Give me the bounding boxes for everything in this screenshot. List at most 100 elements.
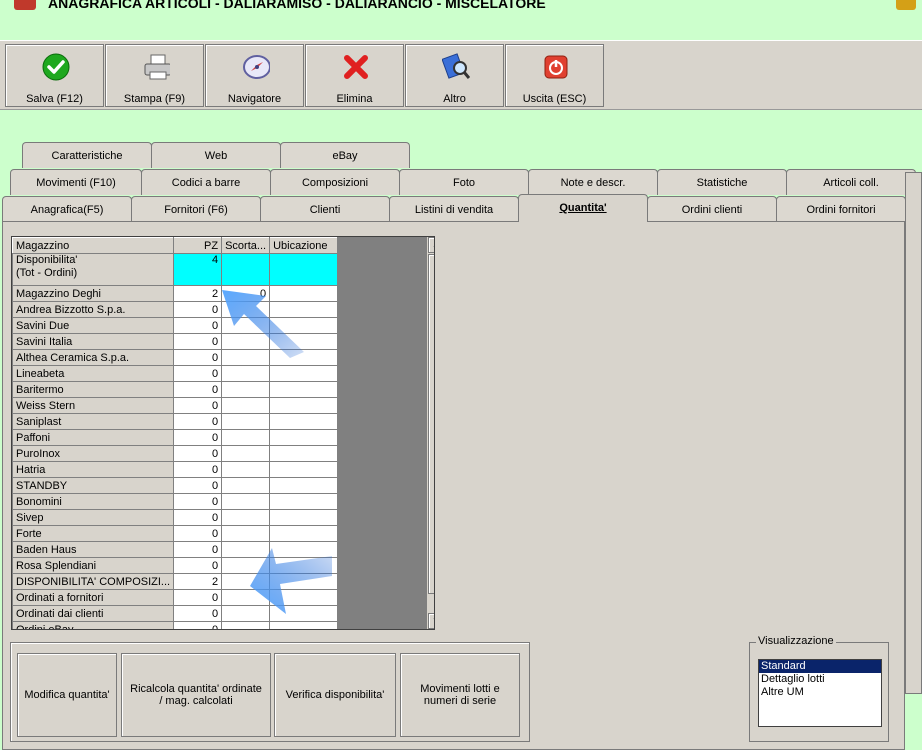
lot-movements-button[interactable]: Movimenti lotti e numeri di serie bbox=[400, 653, 520, 737]
cell-pz[interactable]: 0 bbox=[173, 333, 223, 350]
tab-foto[interactable]: Foto bbox=[399, 169, 529, 195]
cell-scorta[interactable] bbox=[221, 365, 271, 382]
cell-ubicazione[interactable] bbox=[269, 381, 339, 398]
tab-codici-a-barre[interactable]: Codici a barre bbox=[141, 169, 271, 195]
recalculate-button[interactable]: Ricalcola quantita' ordinate / mag. calc… bbox=[121, 653, 271, 737]
modify-quantity-button[interactable]: Modifica quantita' bbox=[17, 653, 117, 737]
table-row[interactable]: Disponibilita' (Tot - Ordini) 4 bbox=[12, 253, 339, 286]
cell-pz[interactable]: 0 bbox=[173, 461, 223, 478]
print-button[interactable]: Stampa (F9) bbox=[105, 44, 204, 107]
option-altre-um[interactable]: Altre UM bbox=[759, 686, 881, 699]
cell-pz[interactable]: 0 bbox=[173, 429, 223, 446]
table-row[interactable]: Bonomini 0 bbox=[12, 493, 339, 510]
col-header-ubicazione[interactable]: Ubicazione bbox=[269, 237, 339, 254]
cell-pz[interactable]: 0 bbox=[173, 509, 223, 526]
table-row[interactable]: Lineabeta 0 bbox=[12, 365, 339, 382]
cell-pz[interactable]: 0 bbox=[173, 349, 223, 366]
table-row[interactable]: Sivep 0 bbox=[12, 509, 339, 526]
more-button[interactable]: Altro bbox=[405, 44, 504, 107]
tab-web[interactable]: Web bbox=[151, 142, 281, 168]
tab-ordini-fornitori[interactable]: Ordini fornitori bbox=[776, 196, 906, 222]
cell-pz[interactable]: 0 bbox=[173, 445, 223, 462]
cell-pz[interactable]: 0 bbox=[173, 301, 223, 318]
cell-magazzino: Ordinati dai clienti bbox=[12, 605, 175, 622]
tab-movimenti[interactable]: Movimenti (F10) bbox=[10, 169, 142, 195]
cell-ubicazione[interactable] bbox=[269, 413, 339, 430]
cell-scorta[interactable] bbox=[221, 413, 271, 430]
cell-ubicazione[interactable] bbox=[269, 621, 339, 629]
option-standard[interactable]: Standard bbox=[759, 660, 881, 673]
tab-quantita[interactable]: Quantita' bbox=[518, 194, 648, 222]
cell-pz[interactable]: 0 bbox=[173, 589, 223, 606]
cell-ubicazione[interactable] bbox=[269, 397, 339, 414]
navigator-button[interactable]: Navigatore bbox=[205, 44, 304, 107]
option-dettaglio-lotti[interactable]: Dettaglio lotti bbox=[759, 673, 881, 686]
cell-scorta[interactable] bbox=[221, 493, 271, 510]
table-row[interactable]: PuroInox 0 bbox=[12, 445, 339, 462]
cell-pz[interactable]: 0 bbox=[173, 477, 223, 494]
tab-clienti[interactable]: Clienti bbox=[260, 196, 390, 222]
cell-pz[interactable]: 0 bbox=[173, 413, 223, 430]
cell-pz[interactable]: 0 bbox=[173, 317, 223, 334]
cell-ubicazione[interactable] bbox=[269, 253, 339, 286]
cell-pz[interactable]: 0 bbox=[173, 397, 223, 414]
cell-scorta[interactable] bbox=[221, 509, 271, 526]
scroll-up-icon[interactable]: ▲ bbox=[428, 237, 434, 253]
cell-pz[interactable]: 0 bbox=[173, 493, 223, 510]
cell-scorta[interactable] bbox=[221, 445, 271, 462]
tab-fornitori[interactable]: Fornitori (F6) bbox=[131, 196, 261, 222]
cell-pz[interactable]: 0 bbox=[173, 541, 223, 558]
cell-pz[interactable]: 4 bbox=[173, 253, 223, 286]
table-row[interactable]: Baritermo 0 bbox=[12, 381, 339, 398]
tab-anagrafica[interactable]: Anagrafica(F5) bbox=[2, 196, 132, 222]
table-row[interactable]: Hatria 0 bbox=[12, 461, 339, 478]
cell-ubicazione[interactable] bbox=[269, 493, 339, 510]
save-button[interactable]: Salva (F12) bbox=[5, 44, 104, 107]
cell-ubicazione[interactable] bbox=[269, 445, 339, 462]
cell-ubicazione[interactable] bbox=[269, 461, 339, 478]
cell-pz[interactable]: 2 bbox=[173, 285, 223, 302]
col-header-magazzino[interactable]: Magazzino bbox=[12, 237, 175, 254]
cell-scorta[interactable] bbox=[221, 381, 271, 398]
grid-scrollbar[interactable]: ▲ ▼ bbox=[426, 237, 434, 629]
cell-scorta[interactable] bbox=[221, 621, 271, 629]
cell-ubicazione[interactable] bbox=[269, 509, 339, 526]
cell-pz[interactable]: 2 bbox=[173, 573, 223, 590]
check-icon bbox=[42, 53, 70, 81]
cell-pz[interactable]: 0 bbox=[173, 365, 223, 382]
col-header-pz[interactable]: PZ bbox=[173, 237, 223, 254]
tab-statistiche[interactable]: Statistiche bbox=[657, 169, 787, 195]
cell-ubicazione[interactable] bbox=[269, 477, 339, 494]
visualizzazione-list[interactable]: Standard Dettaglio lotti Altre UM bbox=[758, 659, 882, 727]
tab-note[interactable]: Note e descr. bbox=[528, 169, 658, 195]
cell-pz[interactable]: 0 bbox=[173, 605, 223, 622]
cell-scorta[interactable] bbox=[221, 477, 271, 494]
cell-scorta[interactable] bbox=[221, 253, 271, 286]
tab-composizioni[interactable]: Composizioni bbox=[270, 169, 400, 195]
col-header-scorta[interactable]: Scorta... bbox=[221, 237, 271, 254]
cell-scorta[interactable] bbox=[221, 429, 271, 446]
table-row[interactable]: Saniplast 0 bbox=[12, 413, 339, 430]
verify-availability-button[interactable]: Verifica disponibilita' bbox=[274, 653, 396, 737]
cell-pz[interactable]: 0 bbox=[173, 557, 223, 574]
table-row[interactable]: Ordini eBay 0 bbox=[12, 621, 339, 629]
table-row[interactable]: Paffoni 0 bbox=[12, 429, 339, 446]
cell-scorta[interactable] bbox=[221, 397, 271, 414]
cell-pz[interactable]: 0 bbox=[173, 381, 223, 398]
cell-ubicazione[interactable] bbox=[269, 365, 339, 382]
tab-articoli-coll[interactable]: Articoli coll. bbox=[786, 169, 916, 195]
tab-listini-di-vendita[interactable]: Listini di vendita bbox=[389, 196, 519, 222]
delete-button[interactable]: Elimina bbox=[305, 44, 404, 107]
cell-pz[interactable]: 0 bbox=[173, 621, 223, 629]
table-row[interactable]: STANDBY 0 bbox=[12, 477, 339, 494]
tab-ebay[interactable]: eBay bbox=[280, 142, 410, 168]
scroll-down-icon[interactable]: ▼ bbox=[428, 613, 434, 629]
cell-pz[interactable]: 0 bbox=[173, 525, 223, 542]
tab-ordini-clienti[interactable]: Ordini clienti bbox=[647, 196, 777, 222]
cell-scorta[interactable] bbox=[221, 461, 271, 478]
table-row[interactable]: Weiss Stern 0 bbox=[12, 397, 339, 414]
scroll-thumb[interactable] bbox=[428, 254, 434, 594]
cell-ubicazione[interactable] bbox=[269, 429, 339, 446]
exit-button[interactable]: Uscita (ESC) bbox=[505, 44, 604, 107]
tab-caratteristiche[interactable]: Caratteristiche bbox=[22, 142, 152, 168]
